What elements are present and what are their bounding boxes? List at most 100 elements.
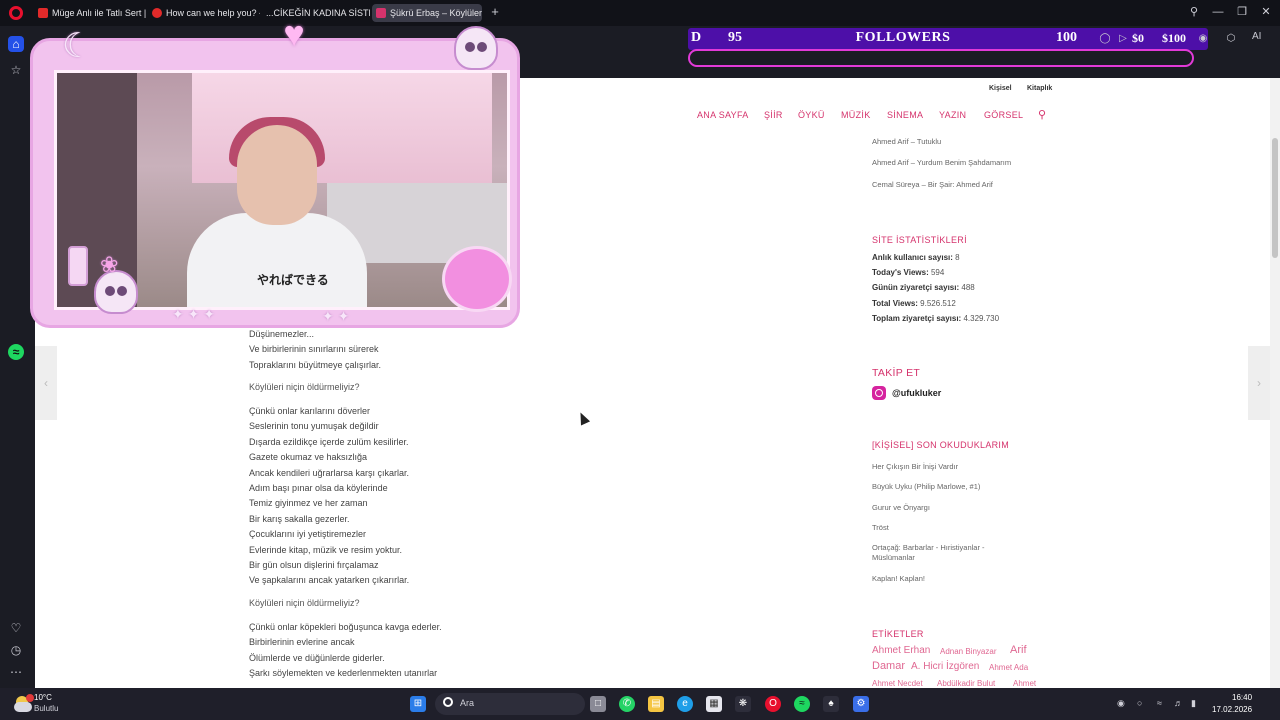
stat-value: 488 — [961, 283, 975, 292]
tag-link[interactable]: Adnan Binyazar — [940, 647, 996, 656]
whatsapp-icon[interactable]: ✆ — [619, 696, 635, 712]
prev-post-arrow[interactable]: ‹ — [35, 346, 57, 420]
poem-line: Bir gün olsun dişlerini fırçalamaz — [249, 560, 379, 571]
microphone-icon[interactable]: ◉ — [1117, 698, 1125, 709]
nav-muzik[interactable]: MÜZİK — [841, 110, 871, 120]
spotify-icon[interactable]: ≈ — [8, 344, 24, 360]
poem-question: Köylüleri niçin öldürmeliyiz? — [249, 382, 360, 392]
nav-ana-sayfa[interactable]: ANA SAYFA — [697, 110, 749, 120]
top-link-kisisel[interactable]: Kişisel — [989, 85, 1012, 92]
game-app-icon[interactable]: ♠ — [823, 696, 839, 712]
more-icon[interactable]: ⋯ — [8, 664, 24, 680]
instagram-icon[interactable] — [872, 386, 886, 400]
battery-icon[interactable]: ▮ — [1191, 698, 1196, 709]
clock-date[interactable]: 17.02.2026 — [1212, 705, 1252, 714]
poem-line: Ölümlerde ve düğünlerde giderler. — [249, 652, 385, 663]
tray-app-icon[interactable]: ○ — [1137, 698, 1142, 708]
spotify-taskbar-icon[interactable]: ≈ — [794, 696, 810, 712]
taskbar-search[interactable]: Ara — [435, 693, 585, 715]
play-icon[interactable]: ▷ — [1116, 32, 1130, 46]
reading-item[interactable]: Gurur ve Önyargı — [872, 503, 930, 512]
instagram-handle[interactable]: @ufukluker — [892, 388, 941, 398]
poem-line: Topraklarını büyütmeye çalışırlar. — [249, 359, 382, 370]
reading-item[interactable]: Tröst — [872, 523, 889, 532]
poem-line: Bir karış sakalla gezerler. — [249, 513, 350, 524]
opera-icon[interactable]: O — [765, 696, 781, 712]
scrollbar-thumb[interactable] — [1272, 138, 1278, 258]
tag-link[interactable]: Abdülkadir Bulut — [937, 679, 995, 688]
stat-value: 9.526.512 — [920, 299, 956, 308]
restore-icon[interactable]: ❐ — [1232, 4, 1252, 20]
tag-link[interactable]: A. Hicri İzgören — [911, 661, 979, 672]
shirt-text: やればできる — [257, 273, 329, 287]
clock-time[interactable]: 16:40 — [1232, 693, 1252, 702]
donation-goal: $100 — [1162, 31, 1186, 45]
start-button-icon[interactable]: ⊞ — [410, 696, 426, 712]
reading-item[interactable]: Büyük Uyku (Philip Marlowe, #1) — [872, 482, 980, 491]
chatgpt-icon[interactable]: ❋ — [735, 696, 751, 712]
webcam-overlay: ♥ ☾ やればできる ❀ ✦ ✦ ✦ ✦ ✦ — [22, 8, 522, 340]
minimize-icon[interactable]: — — [1208, 4, 1228, 20]
task-view-icon[interactable]: □ — [590, 696, 606, 712]
store-icon[interactable]: ▦ — [706, 696, 722, 712]
followers-progress-track — [688, 49, 1194, 67]
poem-stanza: Çünkü onlar köpekleri boğuşunca kavga ed… — [249, 620, 442, 682]
tag-link[interactable]: Ahmet Necdet — [872, 679, 923, 688]
weather-icon[interactable] — [12, 694, 34, 714]
account-icon[interactable]: ◉ — [1196, 32, 1210, 46]
reading-item[interactable]: Kaplan! Kaplan! — [872, 574, 925, 583]
site-search-icon[interactable]: ⚲ — [1038, 108, 1046, 121]
heart-icon[interactable]: ♡ — [8, 620, 24, 636]
volume-icon[interactable]: ♬ — [1174, 698, 1183, 708]
opera-menu-icon[interactable] — [9, 6, 23, 20]
poem-question: Köylüleri niçin öldürmeliyiz? — [249, 598, 360, 608]
weather-condition[interactable]: Bulutlu — [34, 704, 58, 713]
poem-line: Birbirlerinin evlerine ancak — [249, 637, 355, 648]
tag-link[interactable]: Arif — [1010, 644, 1027, 656]
poem-line: Çünkü onlar karılarını döverler — [249, 406, 371, 416]
sparkle-ornament-icon: ✦ ✦ ✦ — [172, 306, 215, 322]
nav-sinema[interactable]: SİNEMA — [887, 110, 923, 120]
edge-icon[interactable]: e — [677, 696, 693, 712]
heart-ornament-icon: ♥ — [283, 13, 305, 54]
wifi-icon[interactable]: ≈ — [1157, 698, 1162, 708]
search-icon — [443, 697, 453, 707]
reading-item[interactable]: Her Çıkışın Bir İnişi Vardır — [872, 462, 958, 471]
tag-link[interactable]: Ahmet — [1013, 679, 1036, 688]
page-scrollbar[interactable] — [1270, 78, 1280, 688]
settings-gear-icon[interactable]: ⚙ — [853, 696, 869, 712]
ai-button[interactable]: AI — [1252, 31, 1261, 42]
stat-row: Today's Views: 594 — [872, 268, 944, 277]
reading-item[interactable]: Ortaçağ: Barbarlar - Hıristiyanlar - Müs… — [872, 543, 1022, 563]
related-link[interactable]: Ahmed Arif – Tutuklu — [872, 137, 941, 146]
related-link[interactable]: Cemal Süreya – Bir Şair: Ahmed Arif — [872, 180, 993, 189]
stats-title: SİTE İSTATİSTİKLERİ — [872, 235, 967, 245]
followers-title: FOLLOWERS — [855, 30, 951, 45]
nav-yazin[interactable]: YAZIN — [939, 110, 966, 120]
nav-siir[interactable]: ŞİİR — [764, 110, 783, 120]
nav-oyku[interactable]: ÖYKÜ — [798, 110, 825, 120]
next-post-arrow[interactable]: › — [1248, 346, 1270, 420]
person-head — [237, 125, 317, 225]
poem-line: Ve şapkalarını ancak yatarken çıkarırlar… — [249, 575, 410, 586]
weather-temperature[interactable]: 10°C — [34, 693, 52, 702]
related-link[interactable]: Ahmed Arif – Yurdum Benim Şahdamarım — [872, 158, 1011, 167]
poem-line: Şarkı söylemekten ve kederlenmekten utan… — [249, 668, 438, 679]
tag-link[interactable]: Ahmet Ada — [989, 663, 1028, 672]
file-explorer-icon[interactable]: ▤ — [648, 696, 664, 712]
poem-line: Çünkü onlar köpekleri boğuşunca kavga ed… — [249, 622, 442, 632]
nav-gorsel[interactable]: GÖRSEL — [984, 110, 1023, 120]
poem-line: Evlerinde kitap, müzik ve resim yoktur. — [249, 544, 403, 555]
tag-link[interactable]: Damar — [872, 660, 905, 672]
notification-badge-icon — [26, 694, 34, 702]
sparkle-ornament-icon: ✦ ✦ — [322, 308, 350, 324]
close-icon[interactable]: ✕ — [1256, 4, 1276, 20]
top-link-kitaplik[interactable]: Kitaplık — [1027, 85, 1052, 92]
poem-line: Çocuklarını iyi yetiştiremezler — [249, 529, 367, 540]
tab-search-icon[interactable]: ⚲ — [1184, 4, 1204, 20]
extensions-icon[interactable]: ⬡ — [1224, 32, 1238, 46]
history-icon[interactable]: ◷ — [8, 642, 24, 658]
tag-link[interactable]: Ahmet Erhan — [872, 645, 930, 656]
poem-stanza: Çünkü onlar karılarını döverler Seslerin… — [249, 404, 409, 589]
shield-icon[interactable]: ◯ — [1098, 32, 1112, 46]
